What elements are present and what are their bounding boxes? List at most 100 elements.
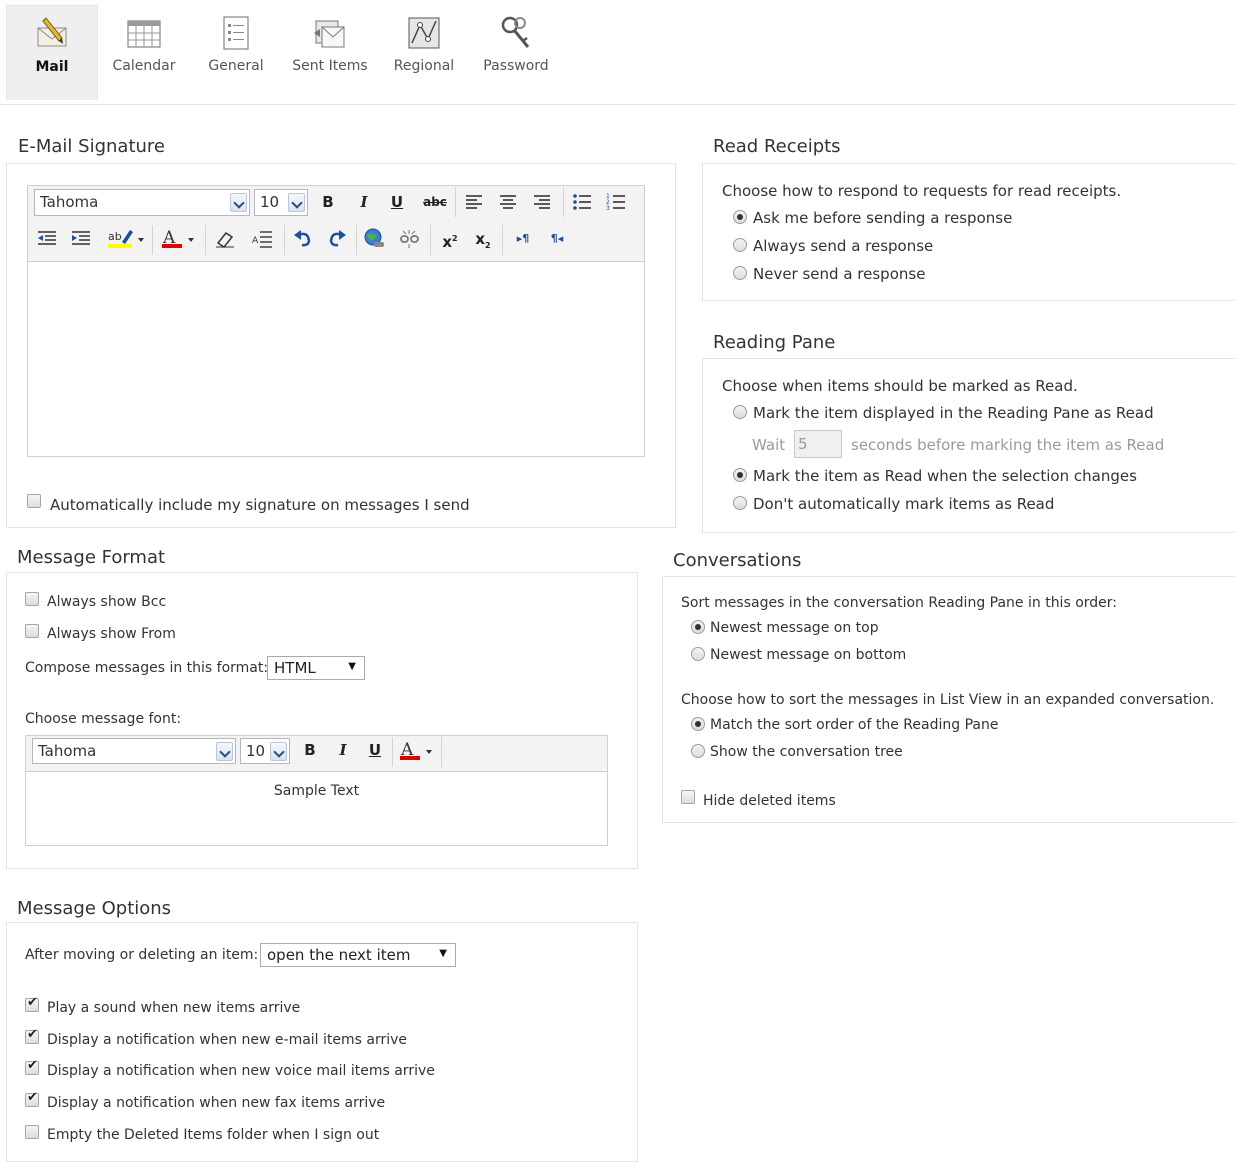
toolbar-divider xyxy=(502,225,503,255)
after-move-label: After moving or deleting an item: xyxy=(25,947,259,963)
svg-text:A: A xyxy=(252,236,259,246)
indent-icon[interactable] xyxy=(70,230,92,248)
receipt-never-radio[interactable] xyxy=(733,266,747,280)
read-receipts-title: Read Receipts xyxy=(713,136,841,157)
compose-format-select[interactable]: HTML xyxy=(267,656,365,680)
mail-pen-icon xyxy=(37,17,67,47)
message-font-select[interactable]: Tahoma xyxy=(32,738,236,764)
newest-top-radio[interactable] xyxy=(691,620,705,634)
tab-password[interactable]: Password xyxy=(470,5,562,100)
receipt-always-radio[interactable] xyxy=(733,238,747,252)
bold-icon[interactable]: B xyxy=(315,189,341,215)
message-font-label: Choose message font: xyxy=(25,711,182,727)
general-list-icon xyxy=(223,16,249,50)
underline-icon[interactable]: U xyxy=(362,737,388,763)
wait-seconds-input[interactable]: 5 xyxy=(794,430,842,458)
underline-icon[interactable]: U xyxy=(384,189,410,215)
font-color-icon[interactable]: A xyxy=(160,228,200,250)
always-show-bcc-checkbox[interactable] xyxy=(25,592,39,606)
outdent-icon[interactable] xyxy=(36,230,58,248)
tab-calendar[interactable]: Calendar xyxy=(98,5,190,100)
tab-label: Calendar xyxy=(112,58,176,74)
tab-regional[interactable]: Regional xyxy=(378,5,470,100)
subscript-icon[interactable]: x2 xyxy=(470,226,496,252)
notify-fax-checkbox[interactable] xyxy=(25,1090,39,1107)
eraser-icon[interactable] xyxy=(214,229,236,249)
always-show-from-checkbox[interactable] xyxy=(25,624,39,638)
receipt-ask-radio[interactable] xyxy=(733,210,747,224)
insert-link-icon[interactable] xyxy=(362,228,388,250)
tab-mail[interactable]: Mail xyxy=(6,5,98,100)
signature-font-select[interactable]: Tahoma xyxy=(34,189,250,216)
toolbar-divider xyxy=(356,225,357,255)
compose-format-label: Compose messages in this format: xyxy=(25,660,269,676)
strikethrough-icon[interactable]: abc xyxy=(422,189,448,215)
reading-pane-title: Reading Pane xyxy=(713,332,836,353)
keys-icon xyxy=(501,16,530,48)
ltr-direction-icon[interactable]: ▸¶ xyxy=(510,226,536,252)
tab-sent-items[interactable]: Sent Items xyxy=(284,5,376,100)
empty-deleted-checkbox[interactable] xyxy=(25,1125,39,1139)
auto-signature-label: Automatically include my signature on me… xyxy=(50,496,470,514)
auto-signature-checkbox[interactable] xyxy=(27,494,41,508)
mark-read-displayed-radio[interactable] xyxy=(733,405,747,419)
mark-read-displayed-label: Mark the item displayed in the Reading P… xyxy=(753,404,1154,422)
match-sort-radio[interactable] xyxy=(691,717,705,731)
bullet-list-icon[interactable] xyxy=(572,192,592,212)
hide-deleted-checkbox[interactable] xyxy=(681,790,695,804)
options-tab-bar: Mail Calendar General Sent Items Regiona… xyxy=(0,0,1235,105)
svg-text:ab: ab xyxy=(108,230,122,243)
italic-icon[interactable]: I xyxy=(351,189,377,215)
chevron-down-icon xyxy=(270,742,287,761)
receipt-ask-label: Ask me before sending a response xyxy=(753,209,1013,227)
always-show-bcc-label: Always show Bcc xyxy=(47,594,167,610)
notify-voicemail-checkbox[interactable] xyxy=(25,1058,39,1075)
newest-bottom-radio[interactable] xyxy=(691,647,705,661)
signature-text-area[interactable] xyxy=(28,262,644,456)
tab-label: Mail xyxy=(35,59,69,75)
notify-fax-label: Display a notification when new fax item… xyxy=(47,1095,386,1111)
message-size-select[interactable]: 10 xyxy=(240,738,290,764)
redo-icon[interactable] xyxy=(326,229,348,249)
superscript-icon[interactable]: x2 xyxy=(437,226,463,252)
sample-text: Sample Text xyxy=(273,783,360,799)
newest-bottom-label: Newest message on bottom xyxy=(710,647,907,663)
match-sort-label: Match the sort order of the Reading Pane xyxy=(710,717,999,733)
toolbar-divider xyxy=(441,737,442,767)
conversation-sort-prompt: Sort messages in the conversation Readin… xyxy=(681,595,1117,611)
mark-read-selection-radio[interactable] xyxy=(733,468,747,482)
tab-label: Password xyxy=(483,58,549,74)
regional-map-icon xyxy=(408,17,440,49)
numbered-list-icon[interactable]: 123 xyxy=(606,192,626,212)
reading-pane-prompt: Choose when items should be marked as Re… xyxy=(722,377,1078,395)
wait-suffix-label: seconds before marking the item as Read xyxy=(851,436,1165,454)
rtl-direction-icon[interactable]: ¶◂ xyxy=(544,226,570,252)
remove-link-icon[interactable] xyxy=(398,228,422,250)
toolbar-divider xyxy=(152,225,153,255)
undo-icon[interactable] xyxy=(292,229,314,249)
font-color-icon[interactable]: A xyxy=(398,740,438,762)
play-sound-label: Play a sound when new items arrive xyxy=(47,1000,301,1016)
align-left-icon[interactable] xyxy=(464,193,484,211)
play-sound-checkbox[interactable] xyxy=(25,995,39,1012)
align-right-icon[interactable] xyxy=(532,193,552,211)
bold-icon[interactable]: B xyxy=(297,737,323,763)
toolbar-divider xyxy=(284,225,285,255)
toolbar-divider xyxy=(563,187,564,217)
no-auto-mark-radio[interactable] xyxy=(733,496,747,510)
conversation-tree-radio[interactable] xyxy=(691,744,705,758)
after-move-select[interactable]: open the next item xyxy=(260,943,456,967)
signature-size-select[interactable]: 10 xyxy=(254,189,308,216)
toolbar-divider xyxy=(430,225,431,255)
mark-read-selection-label: Mark the item as Read when the selection… xyxy=(753,467,1137,485)
chevron-down-icon xyxy=(230,193,247,212)
italic-icon[interactable]: I xyxy=(330,737,356,763)
notify-email-checkbox[interactable] xyxy=(25,1027,39,1044)
tab-general[interactable]: General xyxy=(190,5,282,100)
line-spacing-icon[interactable]: A xyxy=(252,229,274,249)
highlight-color-icon[interactable]: ab xyxy=(106,228,148,250)
message-options-title: Message Options xyxy=(17,898,172,919)
svg-text:3: 3 xyxy=(606,205,610,212)
receipt-never-label: Never send a response xyxy=(753,265,926,283)
align-center-icon[interactable] xyxy=(498,193,518,211)
